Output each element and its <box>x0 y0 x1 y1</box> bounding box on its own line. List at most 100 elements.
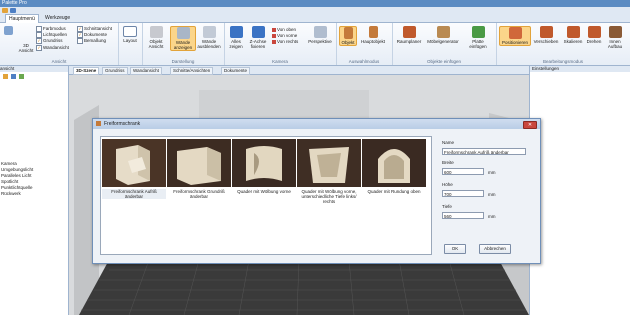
gallery-thumbnail <box>362 139 426 187</box>
platte-einfuegen-button[interactable]: Platte einfügen <box>464 26 492 49</box>
quick-access-toolbar <box>0 7 630 14</box>
checkbox-label: Dokumente <box>84 32 108 38</box>
gallery-thumbnail <box>297 139 361 187</box>
drehen-label: Drehen <box>586 39 602 44</box>
dialog-close-button[interactable]: ✕ <box>523 121 537 129</box>
tree-item-paralleles-licht[interactable]: Paralleles Licht <box>1 173 32 178</box>
objekt-ansicht-label: Objekt Ansicht <box>148 39 164 49</box>
gallery-caption: Quader mit Wölbung vorne, unterschiedlic… <box>301 189 357 204</box>
save-icon[interactable] <box>2 8 8 13</box>
checkbox-wandansicht[interactable]: ✓ Wandansicht <box>36 44 69 51</box>
tiefe-field[interactable]: 560 <box>442 212 484 219</box>
tree-item-umgebungslicht[interactable]: Umgebungslicht <box>1 167 33 172</box>
object-icon <box>343 27 353 39</box>
checkbox-label: Bemaßung <box>84 38 107 44</box>
positionieren-button[interactable]: Positionieren <box>499 26 531 46</box>
checkbox-label: Grundriss <box>43 38 63 44</box>
gallery-item[interactable]: Freiformschrank Aufriß änderbar <box>102 139 166 211</box>
skalieren-label: Skalieren <box>563 39 583 44</box>
innen-aufbau-button[interactable]: Innen Aufbau <box>604 26 626 49</box>
dialog-title: Freiformschrank <box>104 121 141 127</box>
tree-item-rueckwerk[interactable]: Rückwerk <box>1 191 21 196</box>
3d-ansicht-button[interactable]: 3D Ansicht <box>17 43 35 53</box>
right-panel: Einstellungen <box>529 66 630 315</box>
objekt-button[interactable]: Objekt <box>339 26 357 46</box>
moebelgenerator-button[interactable]: Möbelgenerator <box>425 26 461 44</box>
position-icon <box>508 27 522 39</box>
von-rechts-button[interactable]: Von rechts <box>272 39 298 45</box>
3d-view-button[interactable] <box>1 26 15 36</box>
tab-wandansicht[interactable]: Wandansicht <box>130 67 162 75</box>
raumplaner-button[interactable]: Raumplaner <box>395 26 423 44</box>
group-darstellung: Objekt Ansicht Wände anzeigen Wände ausb… <box>142 23 225 65</box>
group-layout: Layout <box>118 23 143 65</box>
tab-3d-szene[interactable]: 3D-Szene <box>73 67 100 75</box>
innen-aufbau-label: Innen Aufbau <box>607 39 623 49</box>
gallery-item[interactable]: Quader mit Rundung oben <box>362 139 426 211</box>
verschieben-button[interactable]: Verschieben <box>532 26 560 44</box>
furniture-generator-icon <box>436 26 450 38</box>
hoehe-field[interactable]: 700 <box>442 190 484 197</box>
gallery-item[interactable]: Quader mit Wölbung vorne, unterschiedlic… <box>297 139 361 211</box>
cabinet-preview-icon <box>362 139 426 187</box>
tree-icon[interactable] <box>19 74 24 79</box>
tab-grundriss[interactable]: Grundriss <box>102 67 128 75</box>
tiefe-unit: mm <box>488 214 496 219</box>
tree-item-punktlichtquelle[interactable]: Punktlichtquelle <box>1 185 33 190</box>
name-label: Name <box>442 140 455 145</box>
tab-dokumente[interactable]: Dokumente <box>221 67 251 75</box>
zoom-all-icon <box>229 26 243 38</box>
window-title: Palette Pro <box>2 0 27 6</box>
rotate-icon <box>587 26 601 38</box>
undo-icon[interactable] <box>10 8 16 13</box>
checkbox-group-2: ✓ Schnittansicht ✓ Dokumente Bemaßung <box>77 26 112 45</box>
wall-icon <box>176 27 190 39</box>
skalieren-button[interactable]: Skalieren <box>562 26 584 44</box>
tab-werkzeuge[interactable]: Werkzeuge <box>42 14 73 22</box>
gallery-item[interactable]: Quader mit Wölbung vorne <box>232 139 296 211</box>
ribbon: 3D Ansicht Farbmodus Lichtquellen ✓ Grund… <box>0 23 630 66</box>
waende-anzeigen-button[interactable]: Wände anzeigen <box>170 26 196 51</box>
hauptobjekt-button[interactable]: Hauptobjekt <box>358 26 388 44</box>
gallery-caption: Freiformschrank Aufriß änderbar <box>102 189 166 199</box>
gallery-item[interactable]: Freiformschrank Grundriß änderbar <box>167 139 231 211</box>
name-field[interactable]: Freiformschrank Aufriß änderbar <box>442 148 526 155</box>
tiefe-label: Tiefe <box>442 204 452 209</box>
positionieren-label: Positionieren <box>501 40 528 45</box>
perspektive-button[interactable]: Perspektive <box>307 26 333 44</box>
z-achse-button[interactable]: Z-Achse fixieren <box>247 26 269 49</box>
cancel-button[interactable]: Abbrechen <box>479 244 511 254</box>
breite-field[interactable]: 600 <box>442 168 484 175</box>
group-auswahlmodus: Objekt Hauptobjekt Auswahlmodus <box>336 23 393 65</box>
objekt-ansicht-button[interactable]: Objekt Ansicht <box>145 26 167 49</box>
alles-zeigen-button[interactable]: Alles zeigen <box>227 26 245 49</box>
waende-ausblenden-button[interactable]: Wände ausblenden <box>197 26 221 49</box>
close-icon: ✕ <box>527 122 533 128</box>
ok-button[interactable]: OK <box>444 244 466 254</box>
move-icon <box>539 26 553 38</box>
cube-icon <box>3 26 13 35</box>
add-icon[interactable] <box>3 74 8 79</box>
dialog-app-icon <box>96 121 101 126</box>
layout-button[interactable]: Layout <box>121 26 139 43</box>
drehen-button[interactable]: Drehen <box>585 26 603 44</box>
arrow-front-icon <box>272 33 276 38</box>
right-panel-header: Einstellungen <box>530 66 630 72</box>
checkbox-box <box>77 38 83 45</box>
checkbox-box <box>36 26 42 32</box>
raumplaner-label: Raumplaner <box>396 39 422 44</box>
tab-schnitte-ansichten[interactable]: Schnitte/Ansichten <box>170 67 214 75</box>
breite-unit: mm <box>488 170 496 175</box>
checkbox-bemassung[interactable]: Bemaßung <box>77 38 112 45</box>
tree-item-spotlicht[interactable]: Spotlicht <box>1 179 18 184</box>
left-panel-toolbar <box>1 73 67 80</box>
dialog-title-bar: Freiformschrank ✕ <box>93 119 540 129</box>
von-vorne-label: Von vorne <box>277 33 298 38</box>
list-icon[interactable] <box>11 74 16 79</box>
objekt-label: Objekt <box>341 40 355 45</box>
left-panel-title: ansicht <box>0 66 15 71</box>
wall-hide-icon <box>202 26 216 38</box>
tree-item-kamera[interactable]: Kamera <box>1 161 17 166</box>
document-tab-bar: 3D-Szene Grundriss Wandansicht Schnitte/… <box>69 66 529 75</box>
tab-hauptmenue[interactable]: Hauptmenü <box>5 14 39 23</box>
